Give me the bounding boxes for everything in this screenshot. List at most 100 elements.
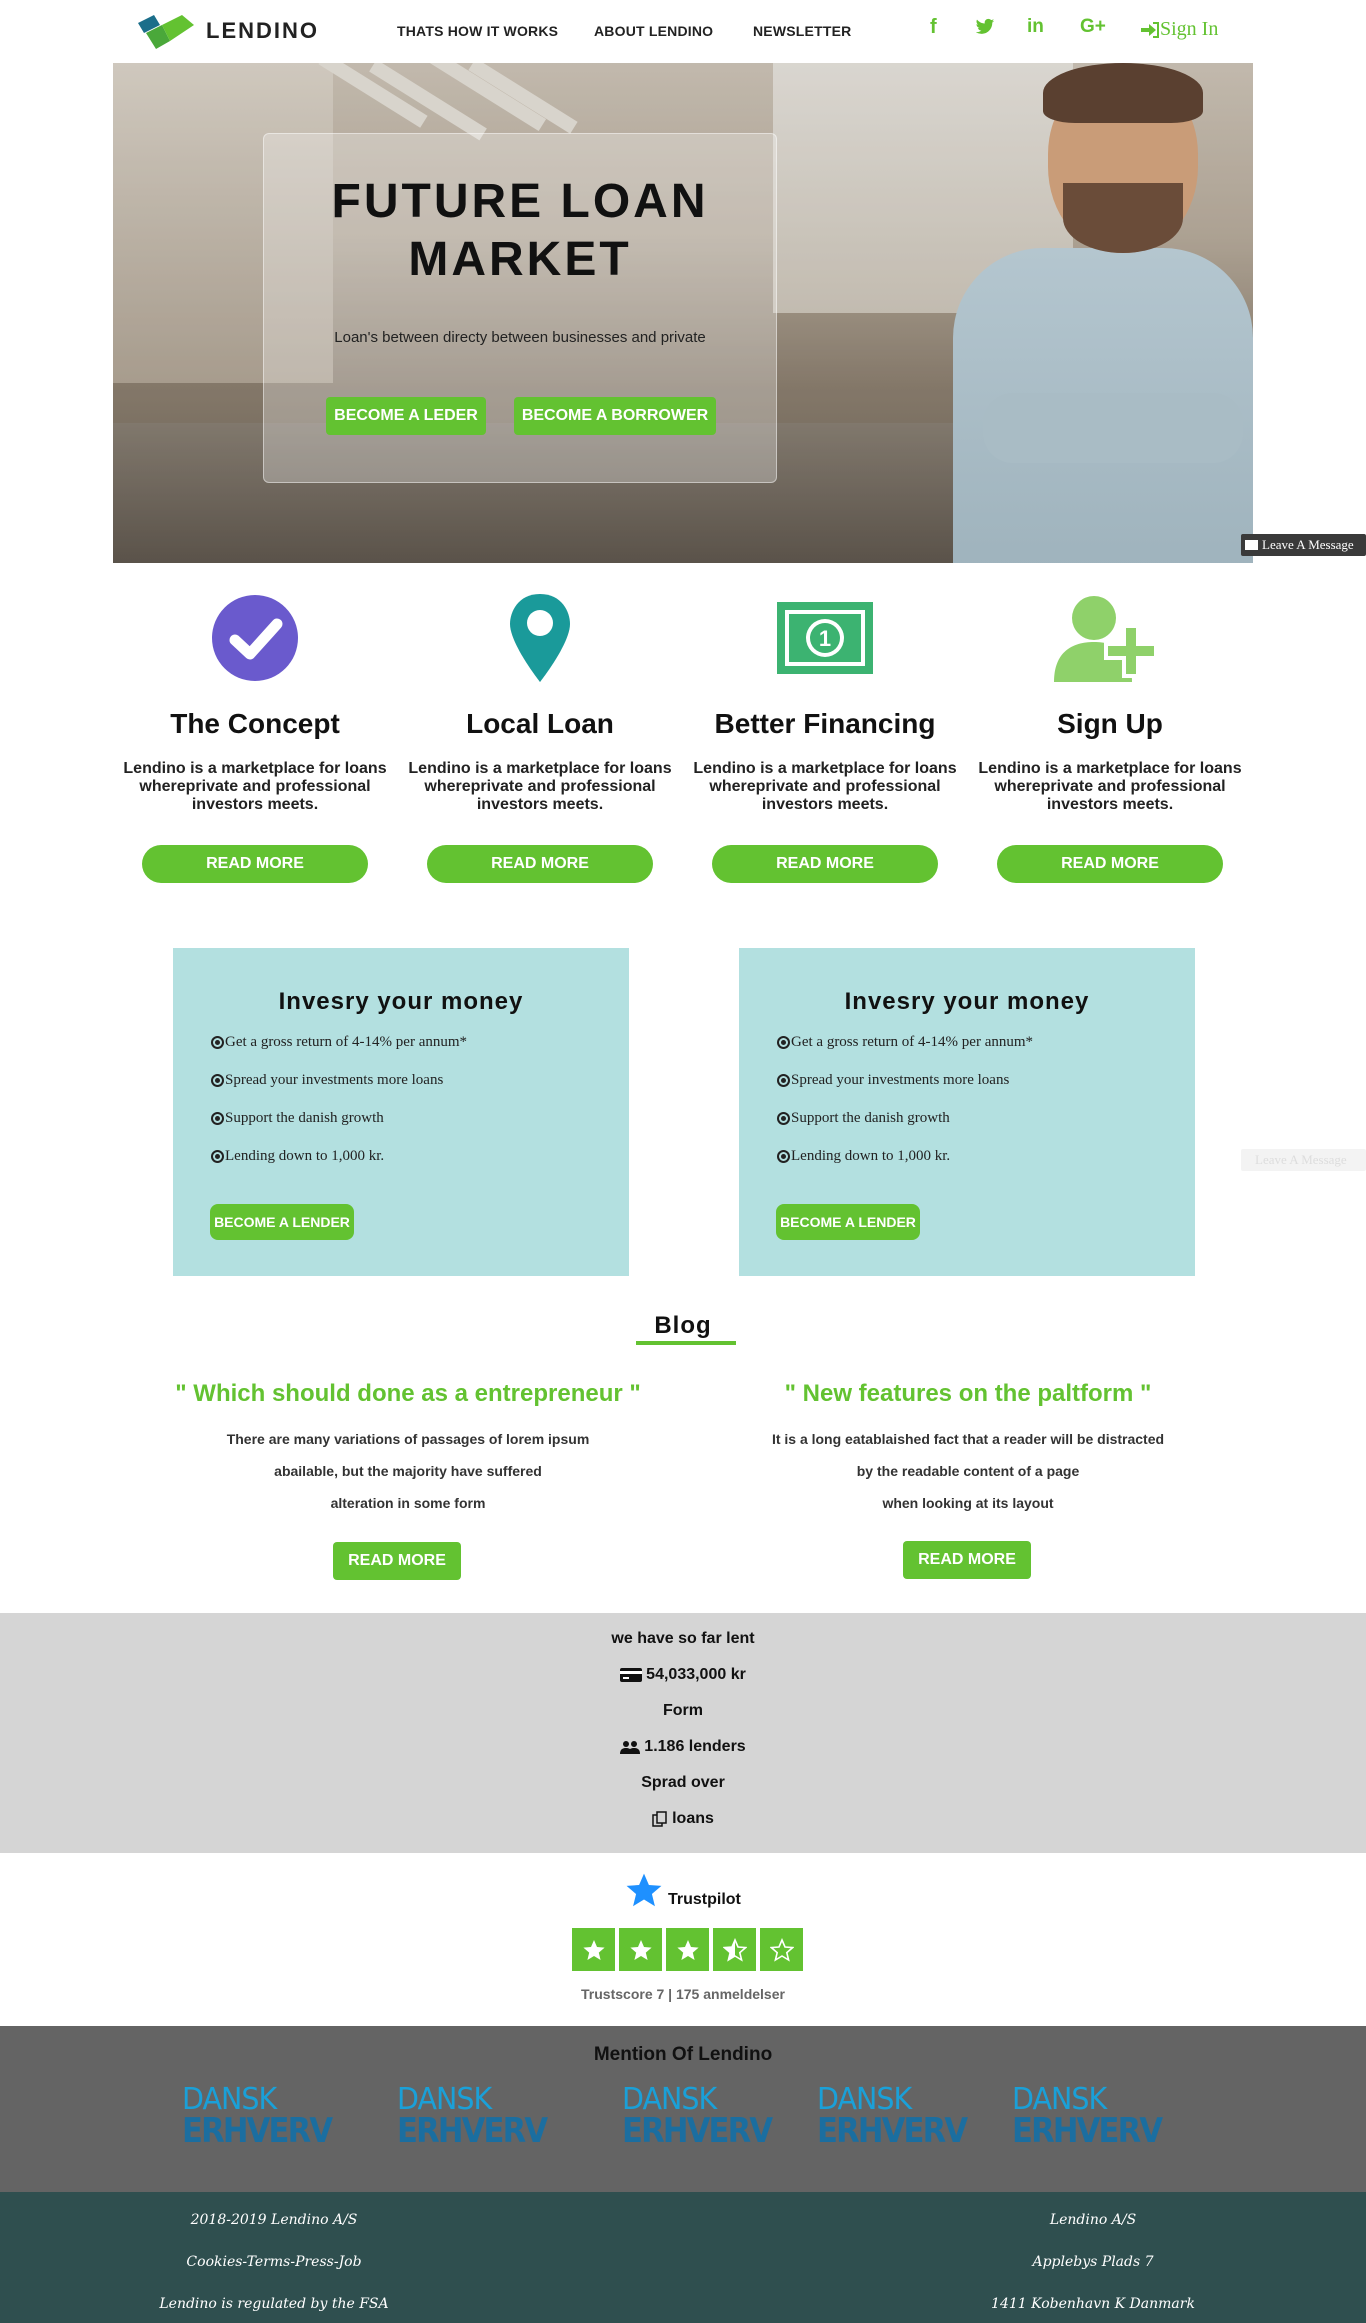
radio-bullet-icon xyxy=(777,1112,790,1125)
invest-item: Lending down to 1,000 kr. xyxy=(777,1148,950,1165)
rating-star xyxy=(760,1928,803,1971)
feature-title: Local Loan xyxy=(466,708,614,739)
star-half-icon xyxy=(722,1937,747,1962)
read-more-button[interactable]: READ MORE xyxy=(427,845,653,883)
become-lender-button[interactable]: BECOME A LEDER xyxy=(326,397,486,435)
footer-address-street: Applebys Plads 7 xyxy=(1032,2254,1154,2270)
invest-item: Get a gross return of 4-14% per annum* xyxy=(777,1034,1033,1051)
star-outline-icon xyxy=(769,1937,794,1962)
become-lender-button[interactable]: BECOME A LENDER xyxy=(210,1204,354,1240)
dansk-erhverv-logo[interactable]: DANSK ERHVERV xyxy=(182,2085,333,2149)
rating-star xyxy=(619,1928,662,1971)
star-filled-icon xyxy=(629,1939,652,1960)
blog-underline xyxy=(636,1341,736,1345)
logo-text: LENDINO xyxy=(206,18,319,43)
star-filled-icon xyxy=(676,1939,699,1960)
radio-bullet-icon xyxy=(777,1150,790,1163)
credit-card-icon xyxy=(620,1668,643,1682)
star-filled-icon xyxy=(582,1939,605,1960)
blog-post: " New features on the paltform " It is a… xyxy=(708,1380,1228,1510)
rating-star xyxy=(666,1928,709,1971)
trustscore-text: Trustscore 7 | 175 anmeldelser xyxy=(581,1986,785,2002)
radio-bullet-icon xyxy=(777,1036,790,1049)
stat-lent-value: 54,033,000 kr xyxy=(0,1666,1366,1684)
stat-form-label: Form xyxy=(663,1702,703,1719)
hero-banner: FUTURE LOAN MARKET Loan's between direct… xyxy=(113,63,1253,563)
users-icon xyxy=(620,1741,641,1754)
dansk-erhverv-logo[interactable]: DANSK ERHVERV xyxy=(817,2085,968,2149)
footer-address-city: 1411 Kobenhavn K Danmark xyxy=(991,2296,1195,2312)
radio-bullet-icon xyxy=(211,1112,224,1125)
nav-how-it-works[interactable]: THATS HOW IT WORKS xyxy=(397,23,558,39)
checkmark-circle-icon xyxy=(212,595,298,681)
leave-message-ghost[interactable]: Leave A Message xyxy=(1241,1149,1366,1171)
read-more-button[interactable]: READ MORE xyxy=(997,845,1223,883)
dansk-erhverv-logo[interactable]: DANSK ERHVERV xyxy=(397,2085,548,2149)
facebook-icon[interactable]: f xyxy=(930,16,937,39)
mentions-section: Mention Of Lendino DANSK ERHVERV DANSK ERH… xyxy=(0,2026,1366,2192)
feature-text: Lendino is a marketplace for loans where… xyxy=(123,760,387,813)
radio-bullet-icon xyxy=(211,1074,224,1087)
trustpilot-name: Trustpilot xyxy=(668,1891,741,1908)
svg-text:1: 1 xyxy=(819,626,831,651)
top-navbar: LENDINO THATS HOW IT WORKS ABOUT LENDINO… xyxy=(0,0,1366,62)
footer-links[interactable]: Cookies-Terms-Press-Job xyxy=(124,2254,424,2270)
nav-newsletter[interactable]: NEWSLETTER xyxy=(753,23,851,39)
linkedin-icon[interactable]: in xyxy=(1027,16,1044,38)
radio-bullet-icon xyxy=(211,1036,224,1049)
envelope-icon xyxy=(1245,540,1258,550)
dansk-erhverv-logo[interactable]: DANSK ERHVERV xyxy=(622,2085,773,2149)
footer-copyright: 2018-2019 Lendino A/S xyxy=(190,2212,358,2228)
nav-about-lendino[interactable]: ABOUT LENDINO xyxy=(594,23,713,39)
stat-lent-label: we have so far lent xyxy=(611,1630,755,1647)
feature-title: The Concept xyxy=(170,708,340,739)
google-plus-icon[interactable]: G+ xyxy=(1080,16,1106,38)
read-more-button[interactable]: READ MORE xyxy=(142,845,368,883)
blog-post-title[interactable]: " New features on the paltform " xyxy=(708,1380,1228,1408)
mentions-title: Mention Of Lendino xyxy=(593,2044,773,2065)
radio-bullet-icon xyxy=(211,1150,224,1163)
stat-spread-label: Sprad over xyxy=(641,1774,725,1791)
leave-message-button[interactable]: Leave A Message xyxy=(1241,534,1366,556)
sign-in-icon xyxy=(1141,21,1159,38)
add-user-icon xyxy=(1054,596,1158,682)
feature-text: Lendino is a marketplace for loans where… xyxy=(693,760,957,813)
invest-item: Spread your investments more loans xyxy=(777,1072,1009,1089)
become-borrower-button[interactable]: BECOME A BORROWER xyxy=(514,397,716,435)
stat-lenders-value: 1.186 lenders xyxy=(0,1738,1366,1756)
feature-text: Lendino is a marketplace for loans where… xyxy=(978,760,1242,813)
logo-mark-icon xyxy=(138,15,194,49)
footer-regulation: Lendino is regulated by the FSA xyxy=(159,2296,389,2312)
feature-title: Better Financing xyxy=(714,708,936,739)
banknote-icon: 1 xyxy=(777,602,873,674)
stat-loans-value: loans xyxy=(0,1810,1366,1828)
invest-card: Invesry your money Get a gross return of… xyxy=(739,948,1195,1276)
twitter-icon[interactable] xyxy=(975,18,995,42)
lendino-logo[interactable]: LENDINO xyxy=(136,10,319,52)
invest-title: Invesry your money xyxy=(278,988,524,1015)
sign-in-link[interactable]: Sign In xyxy=(1140,18,1218,41)
read-more-button[interactable]: READ MORE xyxy=(712,845,938,883)
dansk-erhverv-logo[interactable]: DANSK ERHVERV xyxy=(1012,2085,1163,2149)
read-more-button[interactable]: READ MORE xyxy=(903,1541,1031,1579)
rating-star xyxy=(572,1928,615,1971)
become-lender-button[interactable]: BECOME A LENDER xyxy=(776,1204,920,1240)
invest-item: Lending down to 1,000 kr. xyxy=(211,1148,384,1165)
radio-bullet-icon xyxy=(777,1074,790,1087)
rating-star xyxy=(713,1928,756,1971)
blog-post-title[interactable]: " Which should done as a entrepreneur " xyxy=(148,1380,668,1408)
blog-post: " Which should done as a entrepreneur " … xyxy=(148,1380,668,1510)
blog-heading: Blog xyxy=(654,1312,712,1339)
read-more-button[interactable]: READ MORE xyxy=(333,1542,461,1580)
footer: 2018-2019 Lendino A/S Cookies-Terms-Pres… xyxy=(0,2192,1366,2323)
trustpilot-star-icon xyxy=(626,1873,662,1907)
invest-item: Support the danish growth xyxy=(211,1110,384,1127)
invest-item: Spread your investments more loans xyxy=(211,1072,443,1089)
copy-icon xyxy=(652,1811,667,1827)
invest-item: Support the danish growth xyxy=(777,1110,950,1127)
stats-section: we have so far lent 54,033,000 kr Form 1… xyxy=(0,1613,1366,1853)
invest-item: Get a gross return of 4-14% per annum* xyxy=(211,1034,467,1051)
map-pin-icon xyxy=(510,594,570,682)
footer-company-name: Lendino A/S xyxy=(1049,2212,1137,2228)
feature-text: Lendino is a marketplace for loans where… xyxy=(408,760,672,813)
